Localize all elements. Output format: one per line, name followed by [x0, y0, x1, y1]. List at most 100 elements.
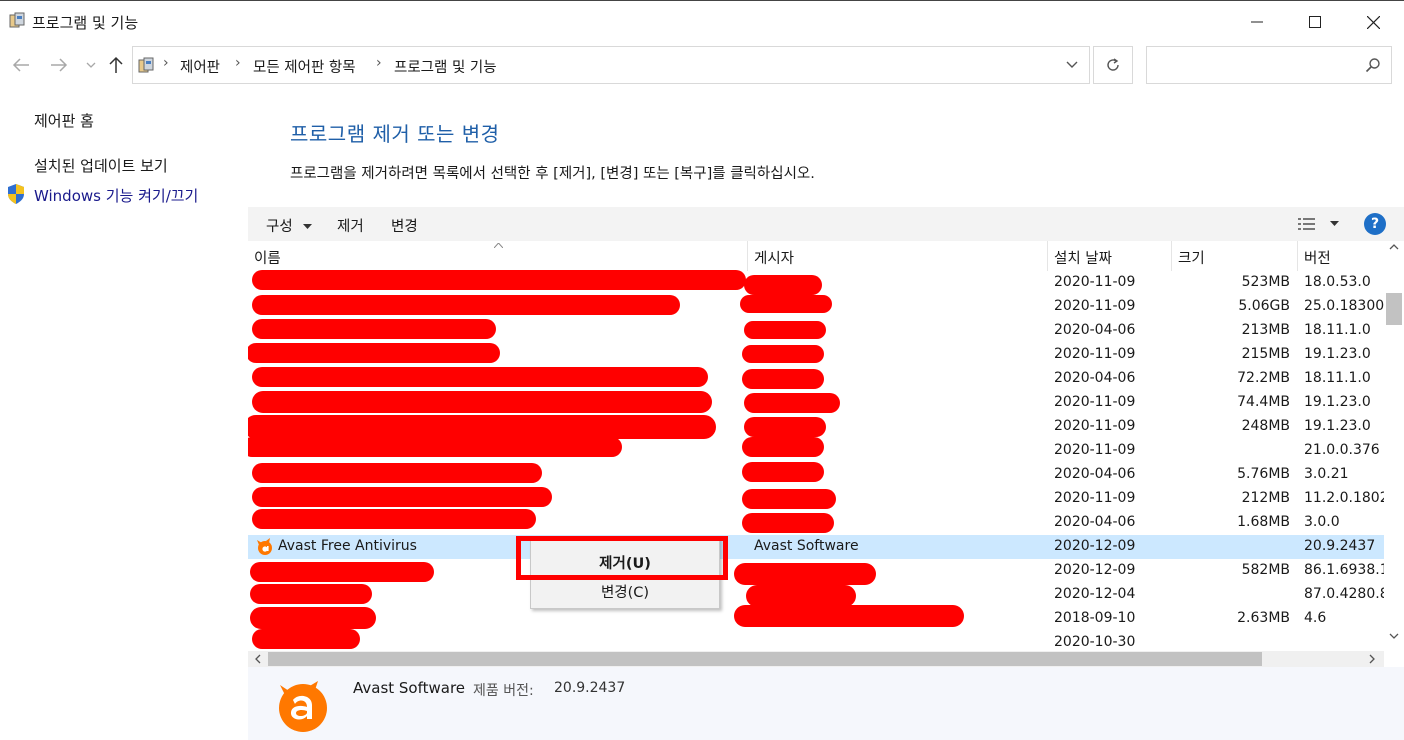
cell-version: 11.2.0.1802: [1304, 490, 1384, 506]
redaction: [744, 321, 826, 339]
redaction: [742, 345, 824, 363]
breadcrumb-all-items[interactable]: 모든 제어판 항목: [253, 56, 356, 77]
cell-size: 5.06GB: [1238, 298, 1290, 314]
recent-locations-button[interactable]: [78, 52, 104, 78]
table-row[interactable]: Avast Free Antivirus Avast Software 2020-1…: [248, 535, 1384, 559]
avast-icon: [257, 538, 272, 555]
chevron-left-icon[interactable]: [254, 654, 261, 664]
cell-date: 2018-09-10: [1054, 610, 1136, 626]
table-row[interactable]: 2020-10-30: [248, 631, 1384, 651]
cell-version: 19.1.23.0: [1304, 346, 1371, 362]
cell-size: 213MB: [1241, 322, 1290, 338]
maximize-button[interactable]: [1286, 1, 1344, 43]
cell-version: 20.9.2437: [1304, 538, 1376, 554]
redaction: [746, 585, 856, 607]
cell-date: 2020-11-09: [1054, 298, 1136, 314]
arrow-left-icon: [12, 58, 29, 72]
cell-size: 72.2MB: [1237, 370, 1290, 386]
page-description: 프로그램을 제거하려면 목록에서 선택한 후 [제거], [변경] 또는 [복구…: [290, 166, 815, 182]
cell-date: 2020-04-06: [1054, 514, 1136, 530]
cell-date: 2020-12-09: [1054, 562, 1136, 578]
cell-date: 2020-04-06: [1054, 466, 1136, 482]
redaction: [742, 462, 824, 482]
redaction: [248, 415, 716, 439]
cell-date: 2020-12-04: [1054, 586, 1136, 602]
cell-size: 212MB: [1241, 490, 1290, 506]
column-header-version[interactable]: 버전: [1298, 241, 1384, 271]
installed-updates-link[interactable]: 설치된 업데이트 보기: [34, 155, 168, 176]
cell-size: 248MB: [1241, 418, 1290, 434]
uninstall-button[interactable]: 제거: [337, 215, 364, 236]
redaction: [252, 367, 708, 387]
redaction: [248, 437, 622, 457]
horizontal-scrollbar[interactable]: [248, 651, 1384, 667]
shield-icon: [8, 184, 24, 204]
cell-date: 2020-10-30: [1054, 634, 1136, 650]
back-button[interactable]: [8, 52, 34, 78]
redaction: [740, 295, 832, 313]
details-publisher: Avast Software: [353, 679, 466, 697]
chevron-right-icon[interactable]: [1369, 654, 1376, 664]
cell-date: 2020-11-09: [1054, 346, 1136, 362]
redaction: [252, 295, 680, 315]
chevron-up-icon[interactable]: [1389, 243, 1399, 250]
help-icon[interactable]: ?: [1364, 213, 1386, 235]
vertical-scrollbar[interactable]: [1384, 241, 1404, 651]
cell-version: 3.0.21: [1304, 466, 1349, 482]
breadcrumb-programs-features[interactable]: 프로그램 및 기능: [394, 56, 497, 77]
column-header-install-date[interactable]: 설치 날짜: [1048, 241, 1172, 271]
cell-size: 2.63MB: [1237, 610, 1290, 626]
redaction: [250, 607, 376, 629]
search-icon: [1365, 58, 1380, 73]
arrow-right-icon: [51, 58, 68, 72]
redaction: [744, 417, 826, 437]
organize-label: 구성: [266, 219, 293, 235]
details-pane: Avast Software 제품 버전: 20.9.2437: [248, 667, 1404, 740]
up-button[interactable]: [103, 52, 129, 78]
view-options-icon[interactable]: [1298, 217, 1316, 231]
organize-button[interactable]: 구성: [266, 215, 313, 236]
cell-version: 86.1.6938.19: [1304, 562, 1384, 578]
search-box[interactable]: [1146, 46, 1392, 84]
redaction: [744, 393, 840, 413]
program-list[interactable]: 이름 게시자 설치 날짜 크기 버전 2020-11-09 523MB 18.0.5…: [248, 241, 1384, 651]
minimize-icon: [1251, 21, 1263, 23]
chevron-down-icon[interactable]: [1065, 57, 1079, 71]
title-bar: 프로그램 및 기능: [0, 0, 1404, 42]
cell-date: 2020-11-09: [1054, 274, 1136, 290]
cell-publisher: Avast Software: [754, 538, 859, 554]
cell-version: 4.6: [1304, 610, 1327, 626]
windows-features-link[interactable]: Windows 기능 켜기/끄기: [34, 185, 198, 206]
redaction: [742, 437, 824, 457]
command-toolbar: 구성 제거 변경 ?: [248, 207, 1404, 241]
change-button[interactable]: 변경: [391, 215, 418, 236]
details-version: 20.9.2437: [554, 680, 626, 696]
breadcrumb-control-panel[interactable]: 제어판: [180, 56, 220, 77]
redaction: [250, 584, 372, 604]
address-bar[interactable]: › 제어판 › 모든 제어판 항목 › 프로그램 및 기능: [132, 46, 1090, 84]
cell-name: Avast Free Antivirus: [278, 538, 417, 554]
highlight-box: [516, 536, 728, 580]
cell-size: 1.68MB: [1237, 514, 1290, 530]
column-header-size[interactable]: 크기: [1172, 241, 1298, 271]
scroll-thumb[interactable]: [1386, 293, 1402, 325]
chevron-down-icon[interactable]: [1389, 633, 1399, 640]
redaction: [252, 487, 552, 507]
cell-version: 25.0.18300.0: [1304, 298, 1384, 314]
search-input[interactable]: [1153, 53, 1353, 77]
scroll-thumb[interactable]: [268, 652, 1262, 666]
cell-size: 5.76MB: [1237, 466, 1290, 482]
cell-date: 2020-04-06: [1054, 322, 1136, 338]
dropdown-arrow-icon: [303, 224, 313, 229]
column-header-publisher[interactable]: 게시자: [748, 241, 1048, 271]
refresh-button[interactable]: [1093, 46, 1133, 84]
cell-size: 74.4MB: [1237, 394, 1290, 410]
control-panel-home-link[interactable]: 제어판 홈: [34, 110, 94, 131]
minimize-button[interactable]: [1228, 1, 1286, 43]
forward-button[interactable]: [46, 52, 72, 78]
close-button[interactable]: [1344, 1, 1402, 43]
dropdown-arrow-icon[interactable]: [1330, 221, 1339, 227]
close-icon: [1366, 15, 1380, 29]
column-header-name[interactable]: 이름: [248, 241, 748, 271]
redaction: [250, 562, 434, 582]
